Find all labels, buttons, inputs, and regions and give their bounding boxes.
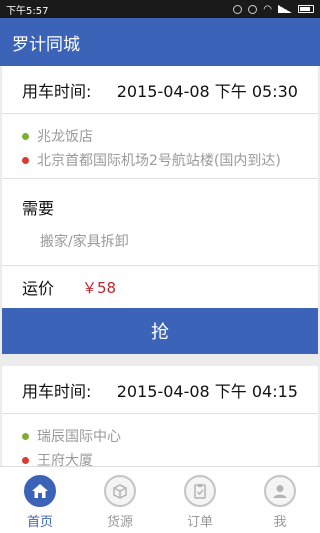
- destination-address: 王府大厦: [37, 453, 93, 466]
- status-icons: ◠: [233, 4, 314, 15]
- tab-cargo-label: 货源: [106, 515, 133, 530]
- origin-dot-icon: [22, 132, 29, 140]
- origin-address: 兆龙饭店: [37, 129, 93, 145]
- tab-home-label: 首页: [26, 515, 53, 530]
- order-card[interactable]: 用车时间: 2015-04-08 下午 05:30 兆龙饭店 北京首都国际机场2…: [2, 66, 318, 354]
- clipboard-icon: [184, 475, 216, 507]
- pickup-time-row: 用车时间: 2015-04-08 下午 05:30: [2, 66, 318, 114]
- requirement-value: 搬家/家具拆卸: [2, 215, 318, 266]
- signal-icon: [278, 5, 292, 13]
- requirement-section: 需要 搬家/家具拆卸: [2, 179, 318, 266]
- pickup-time-value: 2015-04-08 下午 04:15: [116, 381, 298, 401]
- price-row: 运价 ￥58: [2, 266, 318, 308]
- destination-dot-icon: [22, 456, 29, 464]
- price-label: 运价: [22, 279, 55, 298]
- origin-dot-icon: [22, 432, 29, 440]
- pickup-time-row: 用车时间: 2015-04-08 下午 04:15: [2, 366, 318, 414]
- origin-stop: 瑞辰国际中心: [22, 424, 318, 448]
- tab-orders-label: 订单: [186, 515, 213, 530]
- status-time: 下午5:57: [6, 5, 49, 17]
- route: 瑞辰国际中心 王府大厦: [2, 414, 318, 466]
- grab-order-button[interactable]: 抢: [2, 308, 318, 354]
- user-icon: [264, 475, 296, 507]
- order-card[interactable]: 用车时间: 2015-04-08 下午 04:15 瑞辰国际中心 王府大厦: [2, 366, 318, 466]
- origin-address: 瑞辰国际中心: [37, 429, 121, 445]
- destination-stop: 北京首都国际机场2号航站楼(国内到达): [22, 148, 318, 172]
- pickup-time-label: 用车时间:: [22, 81, 92, 101]
- pickup-time-label: 用车时间:: [22, 381, 92, 401]
- requirement-label: 需要: [22, 199, 55, 218]
- destination-address: 北京首都国际机场2号航站楼(国内到达): [37, 153, 281, 169]
- bottom-tab-bar: 首页 货源 订单 我: [0, 466, 320, 533]
- destination-dot-icon: [22, 156, 29, 164]
- tab-orders[interactable]: 订单: [160, 467, 240, 533]
- order-list[interactable]: 用车时间: 2015-04-08 下午 05:30 兆龙饭店 北京首都国际机场2…: [0, 66, 320, 466]
- app-title: 罗计同城: [12, 34, 80, 55]
- app-bar: 罗计同城: [0, 18, 320, 66]
- box-icon: [104, 475, 136, 507]
- tab-cargo[interactable]: 货源: [80, 467, 160, 533]
- destination-stop: 王府大厦: [22, 448, 318, 466]
- sync-icon: [233, 4, 243, 14]
- wifi-icon: ◠: [263, 3, 272, 15]
- pickup-time-value: 2015-04-08 下午 05:30: [116, 81, 298, 101]
- battery-icon: [298, 5, 314, 13]
- home-icon: [24, 475, 56, 507]
- status-bar: 下午5:57 ◠: [0, 0, 320, 18]
- alarm-icon: [248, 4, 258, 14]
- tab-me[interactable]: 我: [240, 467, 320, 533]
- price-value: ￥58: [82, 278, 117, 297]
- origin-stop: 兆龙饭店: [22, 124, 318, 148]
- tab-me-label: 我: [273, 515, 287, 530]
- route: 兆龙饭店 北京首都国际机场2号航站楼(国内到达): [2, 114, 318, 179]
- tab-home[interactable]: 首页: [0, 467, 80, 533]
